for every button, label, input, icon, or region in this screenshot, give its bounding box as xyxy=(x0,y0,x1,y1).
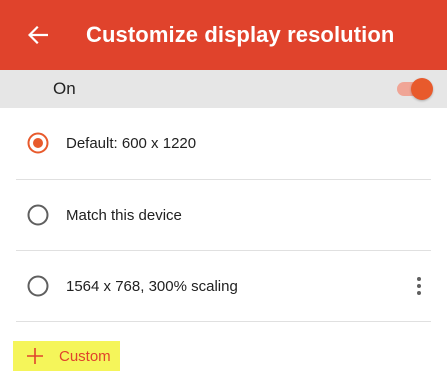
radio-unselected-icon[interactable] xyxy=(27,275,49,297)
divider xyxy=(16,321,431,322)
option-label: Match this device xyxy=(66,206,182,224)
option-label: Default: 600 x 1220 xyxy=(66,134,197,152)
plus-icon xyxy=(25,346,45,366)
resolution-option-default[interactable]: Default: 600 x 1220 xyxy=(0,108,447,178)
toggle-switch[interactable] xyxy=(395,77,435,101)
add-custom-resolution-button[interactable]: Custom xyxy=(13,341,120,371)
master-switch-label: On xyxy=(53,79,76,98)
master-switch-bar[interactable]: On xyxy=(0,70,447,108)
resolution-option-custom-preset[interactable]: 1564 x 768, 300% scaling xyxy=(0,251,447,321)
back-arrow-icon[interactable] xyxy=(26,23,50,47)
add-custom-label: Custom xyxy=(59,347,111,365)
toggle-thumb xyxy=(411,78,433,100)
radio-unselected-icon[interactable] xyxy=(27,204,49,226)
radio-selected-icon[interactable] xyxy=(27,132,49,154)
resolution-option-match-device[interactable]: Match this device xyxy=(0,180,447,250)
app-bar: Customize display resolution xyxy=(0,0,447,70)
page-title: Customize display resolution xyxy=(86,22,395,47)
more-vert-icon[interactable] xyxy=(410,274,428,298)
option-label: 1564 x 768, 300% scaling xyxy=(66,277,238,295)
